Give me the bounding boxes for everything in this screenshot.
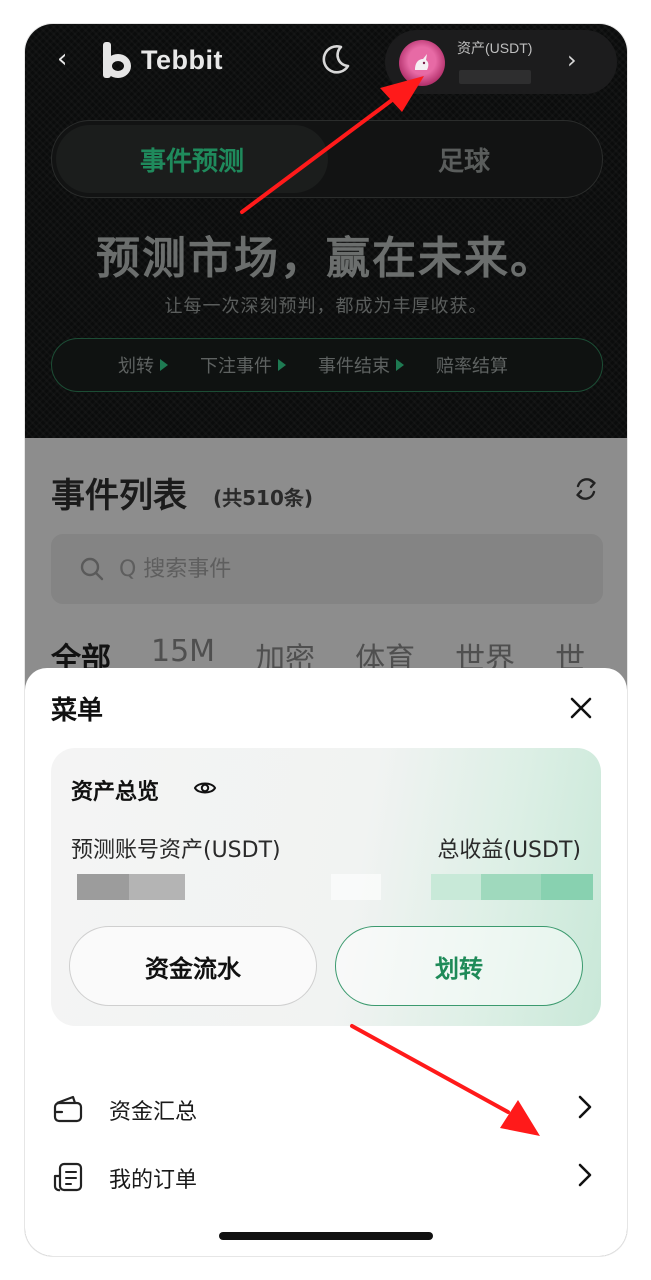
mode-segment: 事件预测 足球 (51, 120, 603, 198)
receipt-icon (53, 1162, 83, 1192)
avatar[interactable] (399, 40, 445, 86)
transfer-button[interactable]: 划转 (335, 926, 583, 1006)
moon-icon[interactable] (319, 42, 353, 76)
header-hero: ‹ Tebbit 资产(USDT) › 事件预测 足球 预测市场，赢在未来。 让… (25, 24, 627, 438)
search-box[interactable] (51, 534, 603, 604)
step-event-end: 事件结束 (318, 352, 404, 378)
process-steps: 划转 下注事件 事件结束 赔率结算 (51, 338, 603, 392)
play-arrow-icon (278, 359, 286, 371)
asset-overview-title: 资产总览 (71, 780, 160, 805)
event-list-title: 事件列表 (51, 476, 187, 516)
menu-sheet: 菜单 资产总览 预测账号资产(USDT) 总收益(USDT) 资金流水 划转 资… (25, 668, 627, 1256)
search-input[interactable] (119, 548, 579, 590)
total-profit-label: 总收益(USDT) (437, 838, 581, 863)
asset-value-hidden (459, 70, 531, 84)
phone-screen: ‹ Tebbit 资产(USDT) › 事件预测 足球 预测市场，赢在未来。 让… (25, 24, 627, 1256)
step-settlement: 赔率结算 (436, 356, 508, 377)
asset-pill[interactable]: 资产(USDT) › (385, 30, 617, 94)
hero-subslogan: 让每一次深刻预判，都成为丰厚收获。 (164, 296, 488, 317)
tab-event-prediction[interactable]: 事件预测 (56, 125, 328, 193)
close-icon[interactable] (567, 694, 595, 722)
account-assets-label: 预测账号资产(USDT) (71, 838, 281, 863)
play-arrow-icon (396, 359, 404, 371)
app-logo: Tebbit (101, 38, 223, 82)
menu-item-fund-summary[interactable]: 资金汇总 (25, 1078, 627, 1138)
step-bet: 下注事件 (200, 352, 286, 378)
tab-football[interactable]: 足球 (328, 125, 600, 193)
account-assets-value-hidden (61, 874, 185, 900)
chevron-right-icon (578, 1095, 592, 1119)
fund-flow-button[interactable]: 资金流水 (69, 926, 317, 1006)
unicorn-icon (415, 54, 429, 70)
asset-overview-card: 资产总览 预测账号资产(USDT) 总收益(USDT) 资金流水 划转 (51, 748, 601, 1026)
menu-item-label: 资金汇总 (109, 1100, 198, 1125)
logo-mark-icon (101, 40, 133, 80)
menu-title: 菜单 (51, 696, 104, 726)
refresh-icon[interactable] (571, 474, 601, 504)
wallet-icon (53, 1095, 83, 1123)
chevron-right-icon: › (567, 46, 577, 74)
menu-item-my-orders[interactable]: 我的订单 (25, 1146, 627, 1206)
hero-slogan: 预测市场，赢在未来。 (96, 233, 556, 284)
chevron-right-icon (578, 1163, 592, 1187)
home-indicator (219, 1232, 433, 1240)
total-profit-value-hidden (331, 874, 593, 900)
menu-item-label: 我的订单 (109, 1168, 198, 1193)
eye-icon[interactable] (193, 776, 217, 800)
asset-label: 资产(USDT) (457, 40, 533, 56)
step-transfer: 划转 (118, 352, 168, 378)
logo-text: Tebbit (141, 44, 223, 75)
back-icon[interactable]: ‹ (57, 44, 81, 74)
play-arrow-icon (160, 359, 168, 371)
event-count: (共510条) (213, 486, 314, 510)
search-icon (80, 557, 104, 581)
